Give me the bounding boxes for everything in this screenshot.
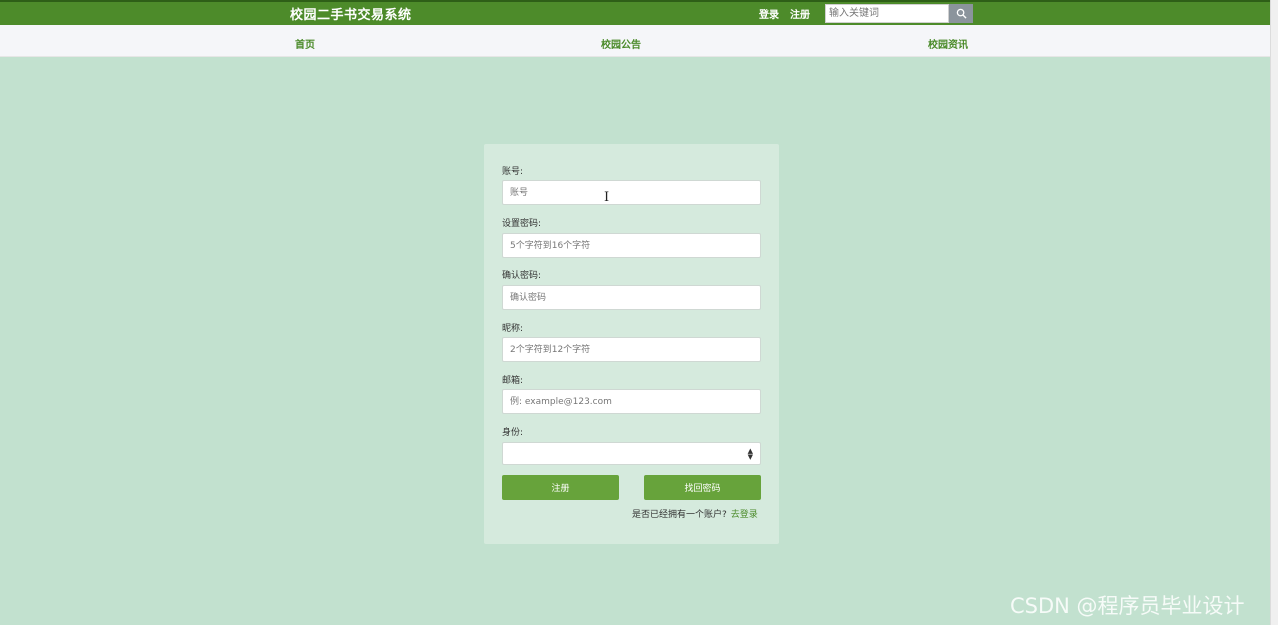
login-hint-text: 是否已经拥有一个账户?: [632, 510, 727, 520]
nav-item-news[interactable]: 校园资讯: [928, 36, 968, 51]
identity-select[interactable]: ▲ ▼: [502, 442, 761, 465]
register-form-card: 账号: 设置密码: 确认密码: 昵称: 邮箱: 身份: ▲▼ 注册 找回密码 是…: [484, 144, 779, 544]
scrollbar[interactable]: [1270, 0, 1278, 625]
page: 校园二手书交易系统 登录 注册 首页 校园公告 校园资讯 账号: 设置密码: 确…: [0, 0, 1278, 625]
login-hint: 是否已经拥有一个账户? 去登录: [632, 507, 758, 520]
select-arrows-icon: ▲ ▼: [747, 447, 753, 461]
go-login-link[interactable]: 去登录: [731, 510, 758, 520]
email-input[interactable]: [502, 389, 761, 414]
account-label: 账号:: [502, 167, 524, 177]
confirm-password-input[interactable]: [502, 285, 761, 310]
watermark: CSDN @程序员毕业设计: [1010, 594, 1245, 618]
account-input[interactable]: [502, 180, 761, 205]
login-link[interactable]: 登录: [759, 6, 779, 21]
register-link[interactable]: 注册: [790, 6, 810, 21]
nav-item-announcements[interactable]: 校园公告: [601, 36, 641, 51]
nickname-label: 昵称:: [502, 324, 524, 334]
search-icon: [956, 8, 967, 19]
nav-item-home[interactable]: 首页: [295, 36, 315, 51]
search-input[interactable]: [825, 4, 949, 23]
nickname-input[interactable]: [502, 337, 761, 362]
confirm-password-label: 确认密码:: [502, 271, 542, 281]
nav-bar: 首页 校园公告 校园资讯: [0, 25, 1270, 57]
site-title: 校园二手书交易系统: [290, 8, 412, 23]
password-label: 设置密码:: [502, 219, 542, 229]
search-button[interactable]: [949, 4, 973, 23]
find-password-button[interactable]: 找回密码: [644, 475, 761, 500]
register-button[interactable]: 注册: [502, 475, 619, 500]
password-input[interactable]: [502, 233, 761, 258]
identity-label: 身份:: [502, 428, 524, 438]
text-cursor-icon: I: [604, 190, 610, 205]
email-label: 邮箱:: [502, 376, 524, 386]
top-bar: 校园二手书交易系统 登录 注册: [0, 0, 1270, 25]
